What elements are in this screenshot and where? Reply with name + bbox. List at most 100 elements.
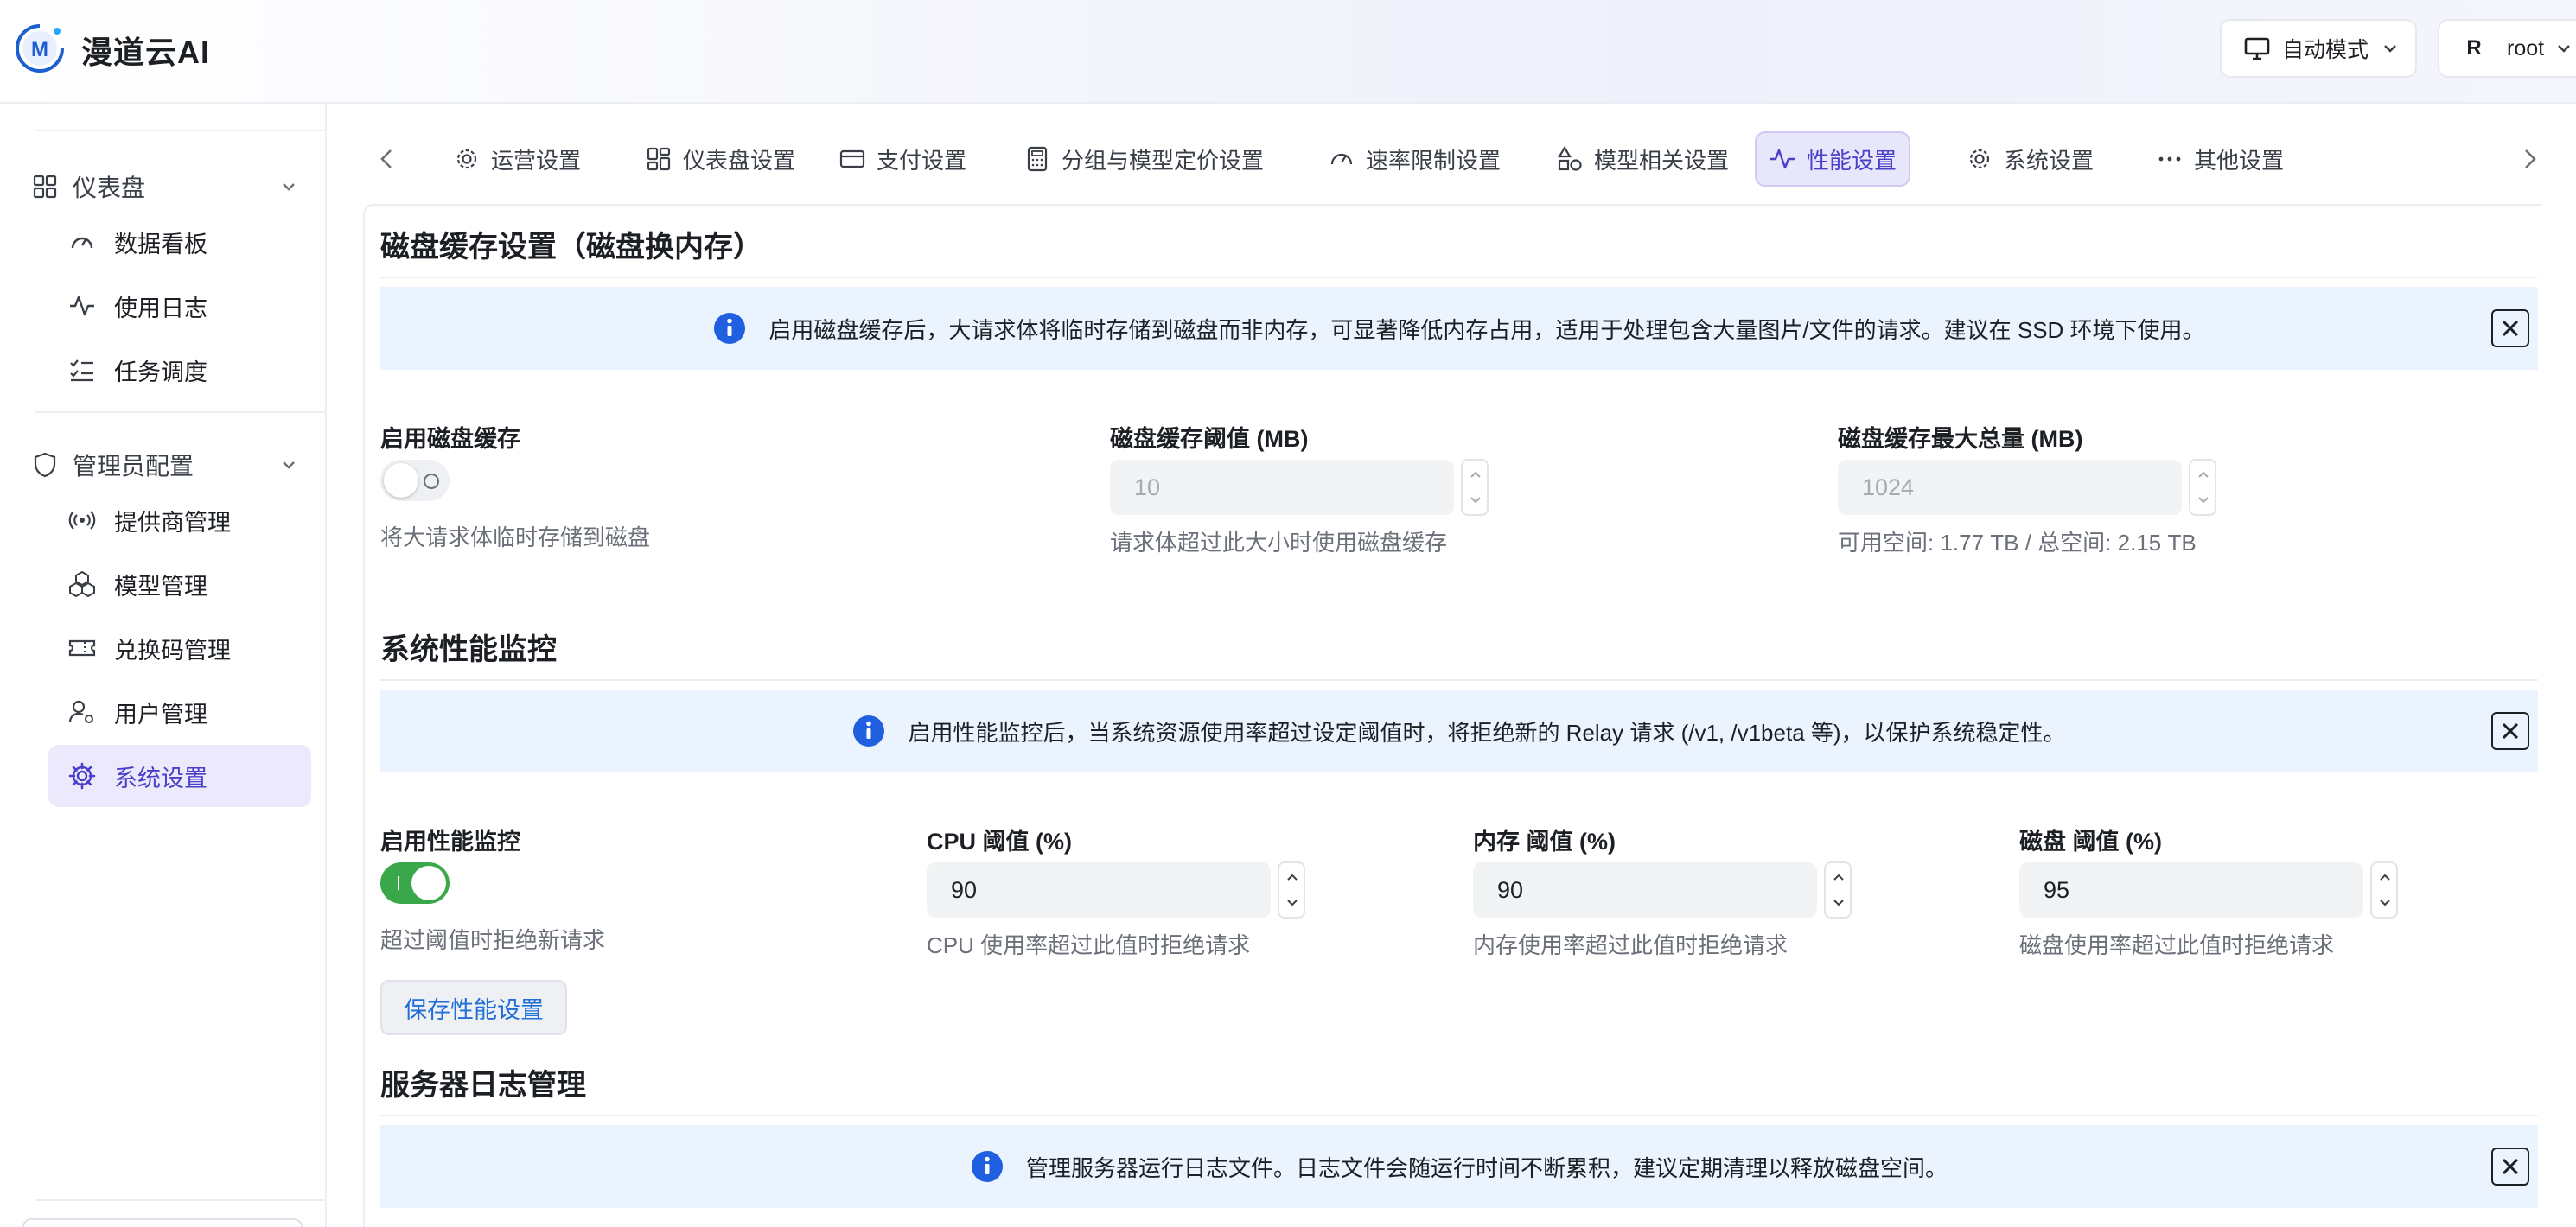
perf-monitor-toggle[interactable] (380, 862, 450, 904)
chevron-up-icon[interactable] (1468, 467, 1483, 483)
chevron-down-icon[interactable] (2196, 492, 2211, 507)
sidebar-item-user[interactable]: 用户管理 (48, 681, 311, 743)
field-label-enable-disk-cache: 启用磁盘缓存 (380, 426, 520, 452)
chevron-up-icon[interactable] (2377, 870, 2393, 886)
close-banner-button[interactable] (2491, 309, 2529, 347)
banner-text: 启用磁盘缓存后，大请求体将临时存储到磁盘而非内存，可显著降低内存占用，适用于处理… (768, 316, 2205, 343)
sidebar-group-admin[interactable]: 管理员配置 (31, 444, 299, 486)
cache-threshold-input[interactable]: 10 (1110, 460, 1454, 515)
cache-max-stepper[interactable] (2189, 459, 2216, 516)
theme-mode-button[interactable]: 自动模式 (2220, 19, 2417, 78)
close-icon (2502, 1158, 2519, 1175)
sidebar-item-label: 系统设置 (114, 765, 207, 792)
tab-operation[interactable]: 运营设置 (441, 131, 593, 187)
sidebar-group-label: 仪表盘 (73, 175, 146, 201)
chevron-up-icon[interactable] (1831, 870, 1846, 886)
tab-label: 其他设置 (2194, 147, 2285, 174)
sidebar-divider (35, 130, 325, 131)
checklist-icon (70, 359, 93, 382)
close-banner-button[interactable] (2491, 712, 2529, 750)
sidebar-collapse-control[interactable] (22, 1218, 303, 1227)
tab-label: 系统设置 (2004, 147, 2095, 174)
chevron-left-icon[interactable] (370, 142, 405, 176)
tab-performance[interactable]: 性能设置 (1755, 131, 1911, 187)
section-title-perf-monitor: 系统性能监控 (380, 633, 557, 666)
mem-threshold-stepper[interactable] (1824, 861, 1852, 919)
close-icon (2502, 722, 2519, 740)
sidebar-group-dashboard[interactable]: 仪表盘 (31, 166, 299, 207)
sidebar-item-provider[interactable]: 提供商管理 (48, 489, 311, 551)
sidebar-item-label: 使用日志 (114, 295, 207, 321)
more-horizontal-icon (2158, 156, 2181, 162)
grid-icon (33, 175, 57, 199)
logo-letter: M (31, 38, 48, 61)
disk-cache-toggle[interactable] (380, 460, 450, 501)
field-label-disk-threshold: 磁盘 阈值 (%) (2019, 829, 2162, 855)
cpu-threshold-input[interactable]: 90 (927, 862, 1271, 918)
chevron-down-icon[interactable] (1468, 492, 1483, 507)
close-icon (2502, 320, 2519, 337)
toggle-knob (384, 463, 418, 498)
cache-threshold-stepper[interactable] (1461, 459, 1489, 516)
info-banner-server-log: 管理服务器运行日志文件。日志文件会随运行时间不断累积，建议定期清理以释放磁盘空间… (380, 1125, 2538, 1208)
section-divider (380, 277, 2538, 278)
sidebar-item-task-schedule[interactable]: 任务调度 (48, 339, 311, 401)
help-text-mem-threshold: 内存使用率超过此值时拒绝请求 (1473, 932, 1789, 958)
help-text-disk-space: 可用空间: 1.77 TB / 总空间: 2.15 TB (1838, 530, 2197, 556)
tab-label: 分组与模型定价设置 (1062, 147, 1265, 174)
calculator-icon (1027, 146, 1048, 172)
cpu-threshold-stepper[interactable] (1278, 861, 1305, 919)
gauge-icon (1330, 153, 1353, 165)
disk-threshold-stepper[interactable] (2370, 861, 2398, 919)
tab-system[interactable]: 系统设置 (1954, 131, 2106, 187)
chevron-down-icon[interactable] (1285, 894, 1300, 910)
chevron-down-icon (283, 461, 295, 469)
ticket-icon (68, 639, 96, 657)
disk-threshold-input[interactable]: 95 (2019, 862, 2363, 918)
radio-signal-icon (68, 511, 96, 530)
sidebar-item-system-settings[interactable]: 系统设置 (48, 745, 311, 807)
sidebar: 仪表盘 数据看板 使用日志 任务调度 管理员配置 提供商管理 模型管理 兑换码管… (0, 104, 327, 1227)
theme-mode-label: 自动模式 (2282, 38, 2369, 62)
tab-label: 支付设置 (877, 147, 967, 174)
user-settings-icon (68, 700, 93, 723)
close-banner-button[interactable] (2491, 1148, 2529, 1186)
tab-rate-limit[interactable]: 速率限制设置 (1316, 131, 1513, 187)
tab-payment[interactable]: 支付设置 (826, 131, 979, 187)
help-text-perf-monitor: 超过阈值时拒绝新请求 (380, 927, 606, 953)
credit-card-icon (839, 149, 865, 168)
tab-label: 仪表盘设置 (683, 147, 796, 174)
tab-other[interactable]: 其他设置 (2144, 131, 2296, 187)
sidebar-item-model[interactable]: 模型管理 (48, 553, 311, 615)
sidebar-divider (35, 411, 325, 413)
sidebar-item-usage-log[interactable]: 使用日志 (48, 275, 311, 337)
sidebar-item-data-board[interactable]: 数据看板 (48, 211, 311, 273)
field-label-cache-max: 磁盘缓存最大总量 (MB) (1838, 426, 2083, 452)
info-banner-perf-monitor: 启用性能监控后，当系统资源使用率超过设定阈值时，将拒绝新的 Relay 请求 (… (380, 690, 2538, 772)
toggle-off-indicator (424, 474, 439, 489)
sidebar-item-label: 模型管理 (114, 573, 207, 600)
mem-threshold-input[interactable]: 90 (1473, 862, 1817, 918)
shapes-icon (1558, 145, 1582, 171)
field-label-cache-threshold: 磁盘缓存阈值 (MB) (1110, 426, 1309, 452)
tab-model-related[interactable]: 模型相关设置 (1544, 131, 1741, 187)
tab-label: 速率限制设置 (1366, 147, 1502, 174)
user-menu-button[interactable]: R root (2438, 19, 2576, 78)
boxes-icon (69, 570, 95, 598)
chevron-right-icon[interactable] (2512, 142, 2547, 176)
cache-max-input[interactable]: 1024 (1838, 460, 2182, 515)
save-performance-button[interactable]: 保存性能设置 (380, 980, 567, 1035)
activity-icon (70, 296, 94, 316)
brand-logo-icon[interactable]: M (14, 22, 66, 74)
chevron-down-icon[interactable] (1831, 894, 1846, 910)
help-text-cpu-threshold: CPU 使用率超过此值时拒绝请求 (927, 932, 1251, 958)
chevron-up-icon[interactable] (2196, 467, 2211, 483)
field-label-cpu-threshold: CPU 阈值 (%) (927, 829, 1072, 855)
sidebar-item-label: 数据看板 (114, 231, 207, 257)
chevron-up-icon[interactable] (1285, 870, 1300, 886)
tab-group-pricing[interactable]: 分组与模型定价设置 (1011, 131, 1276, 187)
field-label-mem-threshold: 内存 阈值 (%) (1473, 829, 1616, 855)
tab-dashboard[interactable]: 仪表盘设置 (633, 131, 807, 187)
sidebar-item-redeem-code[interactable]: 兑换码管理 (48, 617, 311, 679)
chevron-down-icon[interactable] (2377, 894, 2393, 910)
